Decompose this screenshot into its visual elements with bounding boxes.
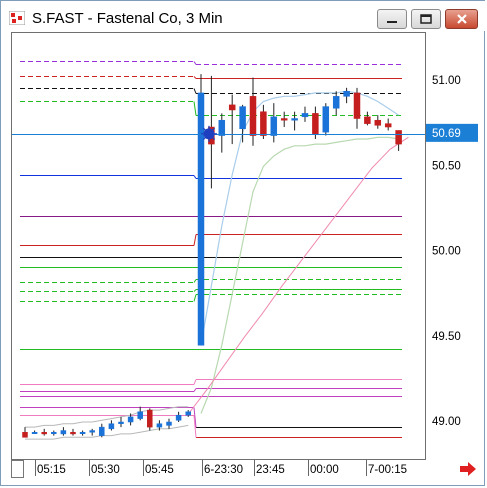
window-title: S.FAST - Fastenal Co, 3 Min (32, 10, 223, 27)
current-price-label: 50.69 (432, 128, 461, 140)
price-tick-label: 50.00 (432, 246, 461, 258)
time-tick-label: 05:15 (37, 464, 66, 476)
title-bar[interactable]: S.FAST - Fastenal Co, 3 Min (1, 1, 486, 31)
candle-up (218, 119, 226, 136)
candle-up (51, 431, 57, 434)
pivot-connector (193, 234, 197, 246)
session1-lower-band-line (25, 424, 189, 440)
time-axis[interactable]: 05:15 05:30 05:45 6-23:30 23:45 00:00 7-00:15 (11, 460, 426, 480)
time-tick-label: 00:00 (310, 464, 339, 476)
price-tick-label: 49.50 (432, 331, 461, 343)
pivot-connector (193, 388, 197, 392)
restore-icon (420, 13, 432, 24)
minimize-icon (387, 21, 397, 23)
price-tick-label: 50.50 (432, 160, 461, 172)
candle-up (156, 423, 163, 428)
chart-plot-area[interactable] (12, 33, 425, 459)
close-icon (456, 14, 467, 24)
time-axis-scale: 05:15 05:30 05:45 6-23:30 23:45 00:00 7-00:15 (35, 460, 407, 476)
pivot-connector (193, 294, 197, 302)
minimize-button[interactable] (377, 9, 407, 29)
pivot-connector (193, 76, 197, 79)
candle-down (364, 116, 371, 124)
candle-up (166, 421, 172, 426)
candle-down (260, 111, 267, 136)
price-tick-label: 51.00 (432, 75, 461, 87)
price-axis-scale: 51.00 50.50 50.00 49.50 49.00 50.69 (426, 75, 478, 428)
price-axis[interactable]: 51.00 50.50 50.00 49.50 49.00 50.69 (426, 32, 478, 460)
candle-up (185, 411, 191, 416)
candle-down (395, 130, 402, 145)
candle-up (137, 411, 143, 419)
time-tick-label: 05:45 (145, 464, 174, 476)
candle-down (228, 104, 236, 111)
pivot-connector (193, 61, 197, 65)
close-button[interactable] (445, 9, 478, 29)
candle-down (312, 113, 319, 135)
pivot-connector (193, 289, 197, 292)
candle-down (353, 92, 361, 119)
chart-app-icon (9, 11, 25, 25)
candle-up (270, 116, 278, 136)
pivot-connector (193, 175, 197, 179)
candle-down (384, 123, 392, 128)
candle-down (374, 119, 382, 126)
candle-up (301, 113, 309, 118)
candle-up (291, 118, 298, 121)
pivot-connector (193, 88, 197, 94)
candle-up (60, 430, 67, 435)
candle-down (147, 409, 153, 428)
price-tick-label: 49.00 (432, 416, 461, 428)
upper-band-line (200, 90, 399, 346)
pivot-connector (193, 379, 197, 385)
pivot-connector (193, 101, 197, 116)
session1-upper-band-line (25, 406, 189, 428)
candle-down (41, 431, 47, 435)
maximize-button[interactable] (411, 9, 441, 29)
candle-up (332, 96, 340, 109)
candle-up (127, 416, 134, 423)
time-tick-label: 7-00:15 (368, 464, 407, 476)
candle-down (280, 118, 288, 121)
candle-up (118, 421, 124, 424)
candle-down (22, 431, 28, 438)
candle-up (79, 431, 86, 434)
candle-up (99, 426, 105, 436)
time-tick-label: 05:30 (91, 464, 120, 476)
candle-up (108, 423, 115, 430)
price-chart[interactable] (11, 32, 426, 460)
chart-window: S.FAST - Fastenal Co, 3 Min 51.00 50.50 50… (0, 0, 486, 486)
candle-up (343, 90, 350, 97)
candle-up (322, 106, 330, 133)
scroll-right-arrow-icon[interactable] (458, 460, 478, 478)
candle-up (89, 430, 95, 433)
pivot-connector (193, 279, 197, 283)
time-tick-label: 23:45 (256, 464, 285, 476)
candle-down (249, 96, 257, 136)
candle-up (31, 431, 38, 434)
candle-up (197, 92, 205, 346)
candle-up (175, 414, 182, 421)
candle-up (239, 106, 246, 129)
candle-down (70, 431, 76, 435)
time-tick-label: 6-23:30 (204, 464, 243, 476)
